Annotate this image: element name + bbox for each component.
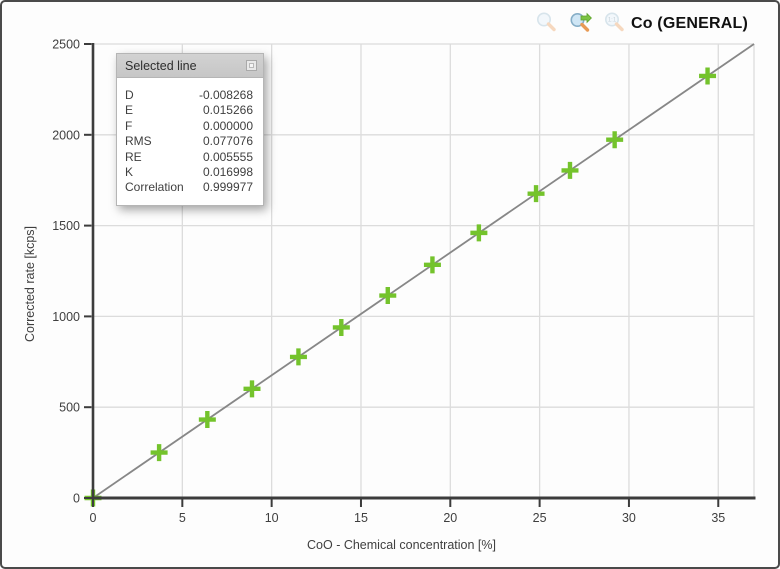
x-tick-label: 20 — [443, 511, 457, 525]
data-point-marker[interactable] — [470, 224, 487, 241]
data-point-marker[interactable] — [699, 67, 716, 84]
x-axis-title: CoO - Chemical concentration [%] — [307, 538, 496, 552]
zoom-magnifier-icon[interactable] — [535, 11, 558, 34]
zoom-one-to-one-magnifier-icon[interactable]: 1:1 — [603, 11, 626, 34]
x-tick-label: 25 — [533, 511, 547, 525]
data-point-marker[interactable] — [243, 380, 260, 397]
selected-line-stats: D-0.008268 E0.015266 F0.000000 RMS0.0770… — [117, 78, 263, 205]
data-point-marker[interactable] — [199, 411, 216, 428]
data-point-marker[interactable] — [151, 444, 168, 461]
x-tick-label: 30 — [622, 511, 636, 525]
x-tick-label: 5 — [179, 511, 186, 525]
data-point-marker[interactable] — [528, 185, 545, 202]
stat-row-re: RE0.005555 — [125, 150, 253, 165]
zoom-selection-magnifier-icon[interactable] — [569, 11, 592, 34]
calibration-window: 0 5 10 15 20 25 30 35 0 500 1000 1500 2000 2500 CoO - … — [0, 0, 780, 569]
data-point-marker[interactable] — [290, 348, 307, 365]
y-axis-title: Corrected rate [kcps] — [23, 226, 37, 342]
page-title: Co (GENERAL) — [631, 15, 748, 33]
x-tick-label: 35 — [711, 511, 725, 525]
stat-row-k: K0.016998 — [125, 165, 253, 180]
y-tick-label: 0 — [73, 492, 80, 506]
stat-row-d: D-0.008268 — [125, 88, 253, 103]
float-window-icon[interactable] — [246, 60, 257, 71]
y-tick-label: 2000 — [52, 128, 80, 142]
x-tick-label: 0 — [90, 511, 97, 525]
stat-row-correlation: Correlation0.999977 — [125, 180, 253, 195]
stat-row-rms: RMS0.077076 — [125, 134, 253, 149]
stat-row-f: F0.000000 — [125, 119, 253, 134]
selected-line-panel: Selected line D-0.008268 E0.015266 F0.00… — [116, 53, 264, 206]
y-tick-label: 2500 — [52, 38, 80, 52]
data-point-marker[interactable] — [561, 162, 578, 179]
zoom-toolbar: 1:1 — [535, 11, 626, 34]
y-tick-label: 500 — [59, 401, 80, 415]
data-point-marker[interactable] — [424, 256, 441, 273]
data-point-marker[interactable] — [606, 131, 623, 148]
y-tick-label: 1000 — [52, 310, 80, 324]
data-point-marker[interactable] — [379, 287, 396, 304]
data-point-marker[interactable] — [333, 319, 350, 336]
panel-title: Selected line — [125, 59, 197, 73]
selected-line-panel-header[interactable]: Selected line — [117, 54, 263, 78]
stat-row-e: E0.015266 — [125, 103, 253, 118]
x-tick-label: 10 — [265, 511, 279, 525]
y-tick-label: 1500 — [52, 219, 80, 233]
x-tick-label: 15 — [354, 511, 368, 525]
